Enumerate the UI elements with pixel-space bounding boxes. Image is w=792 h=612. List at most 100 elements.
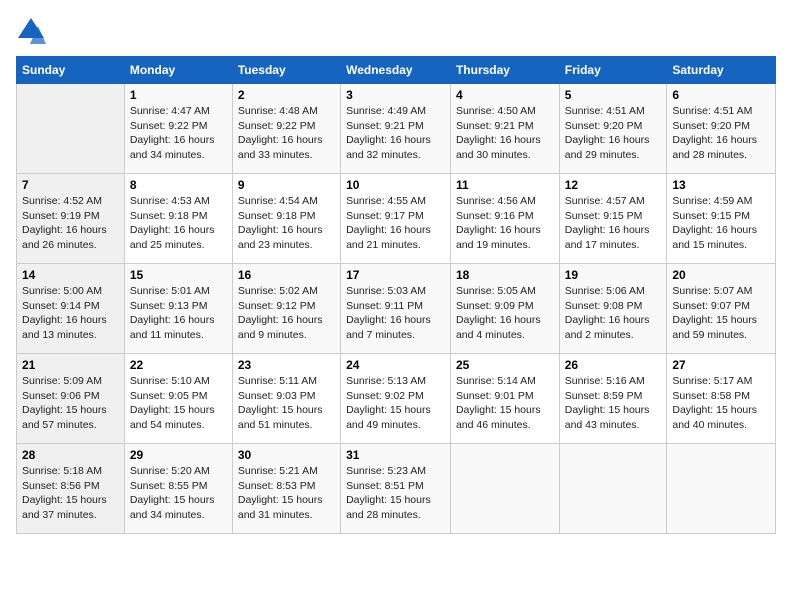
- cell-content: Sunrise: 5:01 AM Sunset: 9:13 PM Dayligh…: [130, 284, 227, 343]
- logo: [16, 16, 50, 46]
- day-number: 23: [238, 358, 335, 372]
- cell-content: Sunrise: 4:56 AM Sunset: 9:16 PM Dayligh…: [456, 194, 554, 253]
- calendar-cell: 2 Sunrise: 4:48 AM Sunset: 9:22 PM Daylig…: [232, 84, 340, 174]
- column-header-tuesday: Tuesday: [232, 57, 340, 84]
- column-header-friday: Friday: [559, 57, 667, 84]
- cell-content: Sunrise: 4:51 AM Sunset: 9:20 PM Dayligh…: [565, 104, 662, 163]
- day-number: 15: [130, 268, 227, 282]
- page-header: [16, 16, 776, 46]
- column-header-thursday: Thursday: [450, 57, 559, 84]
- week-row-4: 21 Sunrise: 5:09 AM Sunset: 9:06 PM Dayli…: [17, 354, 776, 444]
- cell-content: Sunrise: 5:23 AM Sunset: 8:51 PM Dayligh…: [346, 464, 445, 523]
- week-row-1: 1Sunrise: 4:47 AM Sunset: 9:22 PM Daylig…: [17, 84, 776, 174]
- day-number: 10: [346, 178, 445, 192]
- calendar-cell: 18 Sunrise: 5:05 AM Sunset: 9:09 PM Dayli…: [450, 264, 559, 354]
- calendar-cell: 14 Sunrise: 5:00 AM Sunset: 9:14 PM Dayli…: [17, 264, 125, 354]
- day-number: 12: [565, 178, 662, 192]
- cell-content: Sunrise: 5:11 AM Sunset: 9:03 PM Dayligh…: [238, 374, 335, 433]
- day-number: 30: [238, 448, 335, 462]
- cell-content: Sunrise: 5:02 AM Sunset: 9:12 PM Dayligh…: [238, 284, 335, 343]
- calendar-cell: 13 Sunrise: 4:59 AM Sunset: 9:15 PM Dayli…: [667, 174, 776, 264]
- calendar-cell: 24Sunrise: 5:13 AM Sunset: 9:02 PM Dayli…: [341, 354, 451, 444]
- day-number: 7: [22, 178, 119, 192]
- cell-content: Sunrise: 4:47 AM Sunset: 9:22 PM Dayligh…: [130, 104, 227, 163]
- cell-content: Sunrise: 5:14 AM Sunset: 9:01 PM Dayligh…: [456, 374, 554, 433]
- day-number: 2: [238, 88, 335, 102]
- day-number: 14: [22, 268, 119, 282]
- column-header-wednesday: Wednesday: [341, 57, 451, 84]
- cell-content: Sunrise: 4:51 AM Sunset: 9:20 PM Dayligh…: [672, 104, 770, 163]
- day-number: 6: [672, 88, 770, 102]
- cell-content: Sunrise: 4:48 AM Sunset: 9:22 PM Dayligh…: [238, 104, 335, 163]
- calendar-cell: 8Sunrise: 4:53 AM Sunset: 9:18 PM Daylig…: [124, 174, 232, 264]
- calendar-cell: 29 Sunrise: 5:20 AM Sunset: 8:55 PM Dayli…: [124, 444, 232, 534]
- cell-content: Sunrise: 4:49 AM Sunset: 9:21 PM Dayligh…: [346, 104, 445, 163]
- calendar-cell: 19 Sunrise: 5:06 AM Sunset: 9:08 PM Dayli…: [559, 264, 667, 354]
- day-number: 18: [456, 268, 554, 282]
- calendar-cell: 10 Sunrise: 4:55 AM Sunset: 9:17 PM Dayli…: [341, 174, 451, 264]
- day-number: 4: [456, 88, 554, 102]
- calendar-cell: 25Sunrise: 5:14 AM Sunset: 9:01 PM Dayli…: [450, 354, 559, 444]
- calendar-cell: 26 Sunrise: 5:16 AM Sunset: 8:59 PM Dayli…: [559, 354, 667, 444]
- cell-content: Sunrise: 5:20 AM Sunset: 8:55 PM Dayligh…: [130, 464, 227, 523]
- column-header-sunday: Sunday: [17, 57, 125, 84]
- calendar-cell: 22 Sunrise: 5:10 AM Sunset: 9:05 PM Dayli…: [124, 354, 232, 444]
- logo-icon: [16, 16, 46, 46]
- cell-content: Sunrise: 5:07 AM Sunset: 9:07 PM Dayligh…: [672, 284, 770, 343]
- calendar-cell: 21 Sunrise: 5:09 AM Sunset: 9:06 PM Dayli…: [17, 354, 125, 444]
- cell-content: Sunrise: 5:09 AM Sunset: 9:06 PM Dayligh…: [22, 374, 119, 433]
- calendar-cell: [17, 84, 125, 174]
- cell-content: Sunrise: 5:05 AM Sunset: 9:09 PM Dayligh…: [456, 284, 554, 343]
- calendar-cell: 5 Sunrise: 4:51 AM Sunset: 9:20 PM Daylig…: [559, 84, 667, 174]
- calendar-cell: 31 Sunrise: 5:23 AM Sunset: 8:51 PM Dayli…: [341, 444, 451, 534]
- cell-content: Sunrise: 4:50 AM Sunset: 9:21 PM Dayligh…: [456, 104, 554, 163]
- column-header-saturday: Saturday: [667, 57, 776, 84]
- cell-content: Sunrise: 5:17 AM Sunset: 8:58 PM Dayligh…: [672, 374, 770, 433]
- cell-content: Sunrise: 5:16 AM Sunset: 8:59 PM Dayligh…: [565, 374, 662, 433]
- day-number: 29: [130, 448, 227, 462]
- calendar-cell: [450, 444, 559, 534]
- day-number: 17: [346, 268, 445, 282]
- calendar-cell: 1Sunrise: 4:47 AM Sunset: 9:22 PM Daylig…: [124, 84, 232, 174]
- cell-content: Sunrise: 4:57 AM Sunset: 9:15 PM Dayligh…: [565, 194, 662, 253]
- day-number: 19: [565, 268, 662, 282]
- day-number: 3: [346, 88, 445, 102]
- column-header-monday: Monday: [124, 57, 232, 84]
- header-row: SundayMondayTuesdayWednesdayThursdayFrid…: [17, 57, 776, 84]
- calendar-cell: 30Sunrise: 5:21 AM Sunset: 8:53 PM Dayli…: [232, 444, 340, 534]
- cell-content: Sunrise: 5:18 AM Sunset: 8:56 PM Dayligh…: [22, 464, 119, 523]
- day-number: 22: [130, 358, 227, 372]
- day-number: 16: [238, 268, 335, 282]
- day-number: 27: [672, 358, 770, 372]
- day-number: 5: [565, 88, 662, 102]
- day-number: 13: [672, 178, 770, 192]
- cell-content: Sunrise: 4:53 AM Sunset: 9:18 PM Dayligh…: [130, 194, 227, 253]
- day-number: 20: [672, 268, 770, 282]
- calendar-cell: 9Sunrise: 4:54 AM Sunset: 9:18 PM Daylig…: [232, 174, 340, 264]
- calendar-cell: 3 Sunrise: 4:49 AM Sunset: 9:21 PM Daylig…: [341, 84, 451, 174]
- cell-content: Sunrise: 5:13 AM Sunset: 9:02 PM Dayligh…: [346, 374, 445, 433]
- day-number: 26: [565, 358, 662, 372]
- cell-content: Sunrise: 5:00 AM Sunset: 9:14 PM Dayligh…: [22, 284, 119, 343]
- day-number: 11: [456, 178, 554, 192]
- calendar-table: SundayMondayTuesdayWednesdayThursdayFrid…: [16, 56, 776, 534]
- calendar-cell: 7Sunrise: 4:52 AM Sunset: 9:19 PM Daylig…: [17, 174, 125, 264]
- cell-content: Sunrise: 4:59 AM Sunset: 9:15 PM Dayligh…: [672, 194, 770, 253]
- calendar-cell: 23 Sunrise: 5:11 AM Sunset: 9:03 PM Dayli…: [232, 354, 340, 444]
- calendar-cell: 20 Sunrise: 5:07 AM Sunset: 9:07 PM Dayli…: [667, 264, 776, 354]
- cell-content: Sunrise: 5:06 AM Sunset: 9:08 PM Dayligh…: [565, 284, 662, 343]
- cell-content: Sunrise: 5:03 AM Sunset: 9:11 PM Dayligh…: [346, 284, 445, 343]
- calendar-cell: 12 Sunrise: 4:57 AM Sunset: 9:15 PM Dayli…: [559, 174, 667, 264]
- calendar-cell: 17 Sunrise: 5:03 AM Sunset: 9:11 PM Dayli…: [341, 264, 451, 354]
- day-number: 21: [22, 358, 119, 372]
- calendar-cell: [559, 444, 667, 534]
- calendar-cell: 16 Sunrise: 5:02 AM Sunset: 9:12 PM Dayli…: [232, 264, 340, 354]
- calendar-cell: [667, 444, 776, 534]
- cell-content: Sunrise: 5:10 AM Sunset: 9:05 PM Dayligh…: [130, 374, 227, 433]
- calendar-cell: 15 Sunrise: 5:01 AM Sunset: 9:13 PM Dayli…: [124, 264, 232, 354]
- day-number: 28: [22, 448, 119, 462]
- calendar-cell: 4 Sunrise: 4:50 AM Sunset: 9:21 PM Daylig…: [450, 84, 559, 174]
- cell-content: Sunrise: 4:55 AM Sunset: 9:17 PM Dayligh…: [346, 194, 445, 253]
- calendar-cell: 27 Sunrise: 5:17 AM Sunset: 8:58 PM Dayli…: [667, 354, 776, 444]
- day-number: 31: [346, 448, 445, 462]
